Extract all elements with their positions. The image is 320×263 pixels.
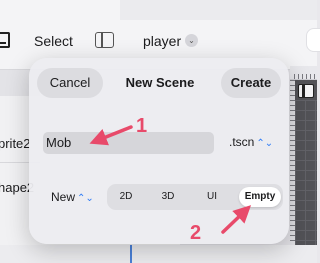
sidebar-toggle-icon[interactable] (95, 32, 114, 48)
up-down-chevron-icon: ⌃⌄ (77, 193, 94, 204)
dialog-title: New Scene (125, 75, 195, 90)
toolbar-right-button[interactable] (306, 28, 320, 52)
segment-empty[interactable]: Empty (239, 187, 281, 207)
cancel-button[interactable]: Cancel (37, 68, 103, 98)
vertical-ruler (290, 80, 295, 263)
toolbar-top-strip (120, 0, 317, 20)
file-item-sprite2[interactable]: prite2 (0, 136, 31, 151)
segment-ui[interactable]: UI (199, 184, 225, 210)
extension-select[interactable]: .tscn ⌃⌄ (229, 135, 273, 149)
segment-2d[interactable]: 2D (113, 184, 139, 210)
root-type-select[interactable]: New ⌃⌄ (51, 190, 94, 204)
extension-label: .tscn (229, 135, 255, 149)
create-button[interactable]: Create (221, 68, 281, 98)
annotation-number-2: 2 (190, 222, 202, 244)
selection-guide-line (130, 245, 132, 263)
bottom-panel (0, 245, 317, 263)
inspector-toggle-icon[interactable] (298, 84, 314, 98)
up-down-chevron-icon: ⌃⌄ (256, 138, 274, 149)
horizontal-ruler (290, 66, 317, 80)
root-type-label: New (51, 190, 76, 204)
select-button[interactable]: Select (34, 33, 73, 49)
chevron-down-icon[interactable]: ⌄ (185, 34, 198, 47)
new-scene-dialog: Cancel New Scene Create Mob .tscn ⌃⌄ New ⌃… (29, 58, 289, 244)
annotation-number-1: 1 (136, 115, 148, 137)
scene-name-value: Mob (46, 135, 72, 150)
root-node-segmented-control: 2D 3D UI Empty (107, 184, 283, 210)
grid-lines (295, 100, 317, 263)
scene-name-field[interactable]: Mob (43, 132, 214, 154)
document-icon[interactable] (0, 32, 10, 48)
scene-name[interactable]: player (143, 33, 181, 49)
segment-3d[interactable]: 3D (155, 184, 181, 210)
